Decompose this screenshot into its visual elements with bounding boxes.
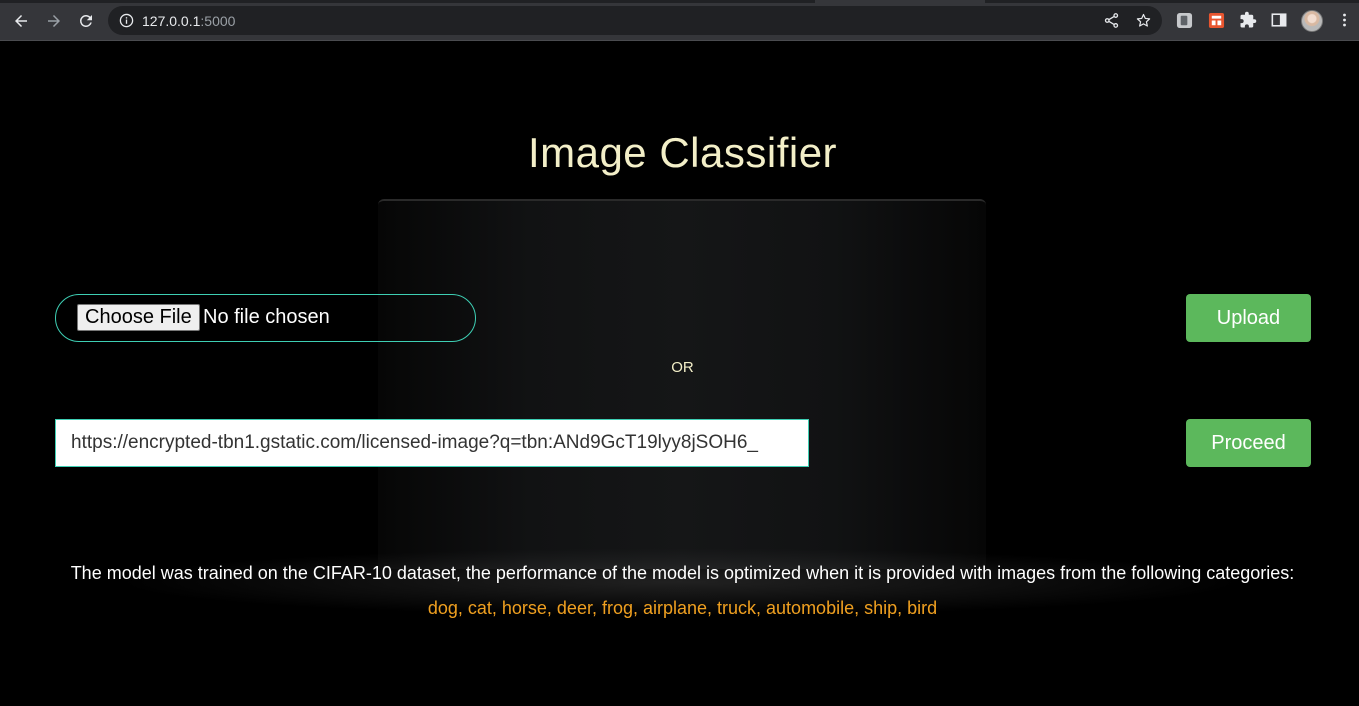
background-panel: [378, 199, 986, 569]
address-bar[interactable]: 127.0.0.1:5000: [108, 6, 1162, 35]
forward-arrow-icon: [48, 15, 60, 27]
active-tab-edge[interactable]: [815, 0, 985, 3]
reload-button[interactable]: [74, 9, 98, 33]
category-list: dog, cat, horse, deer, frog, airplane, t…: [427, 598, 938, 618]
profile-avatar[interactable]: [1301, 10, 1323, 32]
choose-file-button[interactable]: Choose File: [77, 304, 200, 331]
back-button[interactable]: [9, 9, 33, 33]
side-panel-icon[interactable]: [1270, 11, 1288, 29]
forward-button[interactable]: [42, 9, 66, 33]
url-text: 127.0.0.1:5000: [142, 13, 235, 29]
extension-2-icon[interactable]: [1207, 11, 1225, 29]
share-icon[interactable]: [1103, 12, 1120, 29]
extension-1-icon[interactable]: [1175, 11, 1193, 29]
extensions-puzzle-icon[interactable]: [1239, 11, 1257, 29]
model-note: The model was trained on the CIFAR-10 da…: [70, 563, 1295, 583]
menu-kebab-icon[interactable]: [1335, 11, 1353, 29]
site-info-icon[interactable]: [119, 13, 134, 28]
page-content: Image Classifier Choose File No file cho…: [0, 41, 1359, 706]
browser-toolbar: 127.0.0.1:5000: [0, 0, 1359, 41]
file-status-text: No file chosen: [203, 306, 330, 328]
bookmark-star-icon[interactable]: [1135, 12, 1152, 29]
image-url-input[interactable]: https://encrypted-tbn1.gstatic.com/licen…: [55, 419, 809, 467]
upload-button[interactable]: Upload: [1186, 294, 1311, 342]
back-arrow-icon: [15, 15, 27, 27]
proceed-button[interactable]: Proceed: [1186, 419, 1311, 467]
tab-strip: [0, 0, 1359, 3]
background-glow: [0, 546, 1359, 636]
page-title: Image Classifier: [527, 129, 838, 176]
or-separator: OR: [671, 359, 694, 376]
reload-icon: [79, 14, 92, 27]
url-port: :5000: [200, 13, 236, 29]
file-input[interactable]: Choose File No file chosen: [55, 294, 476, 342]
url-host: 127.0.0.1: [142, 13, 201, 29]
